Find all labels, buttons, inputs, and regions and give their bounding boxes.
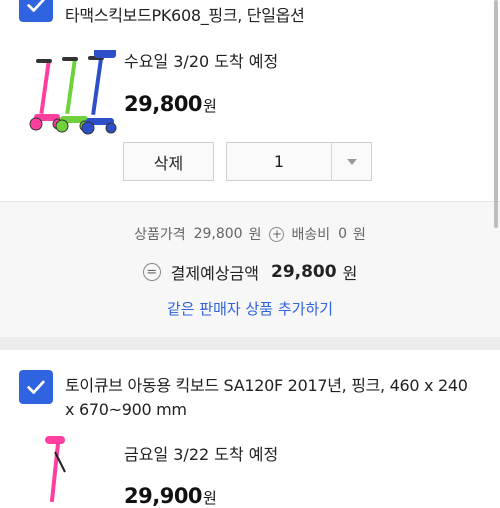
price-value: 29,900: [124, 484, 203, 508]
item-price: 29,800원: [124, 92, 217, 116]
product-title[interactable]: 토이큐브 아동용 킥보드 SA120F 2017년, 핑크, 460 x 240…: [65, 374, 468, 422]
scooter-blue: [81, 56, 117, 135]
price-unit: 원: [203, 489, 217, 507]
item-price: 29,900원: [124, 484, 217, 508]
product-title-line2: x 670~900 mm: [65, 400, 187, 419]
checkmark-icon: [27, 0, 45, 12]
delete-button[interactable]: 삭제: [123, 142, 214, 181]
add-same-seller-link[interactable]: 같은 판매자 상품 추가하기: [0, 298, 500, 319]
price-breakdown: 상품가격 29,800 원 + 배송비 0 원: [0, 224, 500, 244]
quantity-value: 1: [227, 143, 332, 180]
equals-circle-icon: =: [142, 263, 161, 281]
won-unit: 원: [342, 264, 358, 283]
scooter-green: [55, 57, 91, 133]
delivery-date: 금요일 3/22 도착 예정: [124, 445, 279, 464]
section-divider: [0, 337, 500, 350]
product-title[interactable]: 타맥스킥보드PK608_핑크, 단일옵션: [65, 4, 305, 28]
price-unit: 원: [203, 97, 217, 115]
delivery-date: 수요일 3/20 도착 예정: [124, 52, 279, 71]
product-price-label: 상품가격: [134, 227, 186, 243]
won-unit: 원: [248, 227, 262, 243]
quantity-select[interactable]: 1: [226, 142, 372, 181]
product-thumbnail[interactable]: [18, 50, 118, 140]
checkmark-icon: [27, 380, 45, 394]
total-label: 결제예상금액: [170, 264, 259, 283]
product-thumbnail[interactable]: [25, 432, 125, 502]
scooter-pink: [29, 59, 64, 131]
scrollbar[interactable]: [494, 0, 498, 228]
won-unit: 원: [353, 227, 366, 243]
total-amount: 29,800: [270, 262, 337, 282]
dropdown-arrow-icon[interactable]: [332, 143, 371, 180]
order-summary: 상품가격 29,800 원 + 배송비 0 원 = 결제예상금액 29,800 …: [0, 201, 500, 339]
item-checkbox-1[interactable]: [19, 0, 53, 22]
shipping-label: 배송비: [291, 227, 331, 243]
item-checkbox-2[interactable]: [19, 370, 53, 404]
product-title-line1: 토이큐브 아동용 킥보드 SA120F 2017년, 핑크, 460 x 240: [65, 376, 468, 395]
shipping-value: 0: [338, 226, 348, 242]
product-price-value: 29,800: [193, 226, 243, 242]
total-row: = 결제예상금액 29,800 원: [0, 260, 500, 284]
price-value: 29,800: [124, 92, 203, 116]
plus-circle-icon: +: [269, 226, 285, 242]
